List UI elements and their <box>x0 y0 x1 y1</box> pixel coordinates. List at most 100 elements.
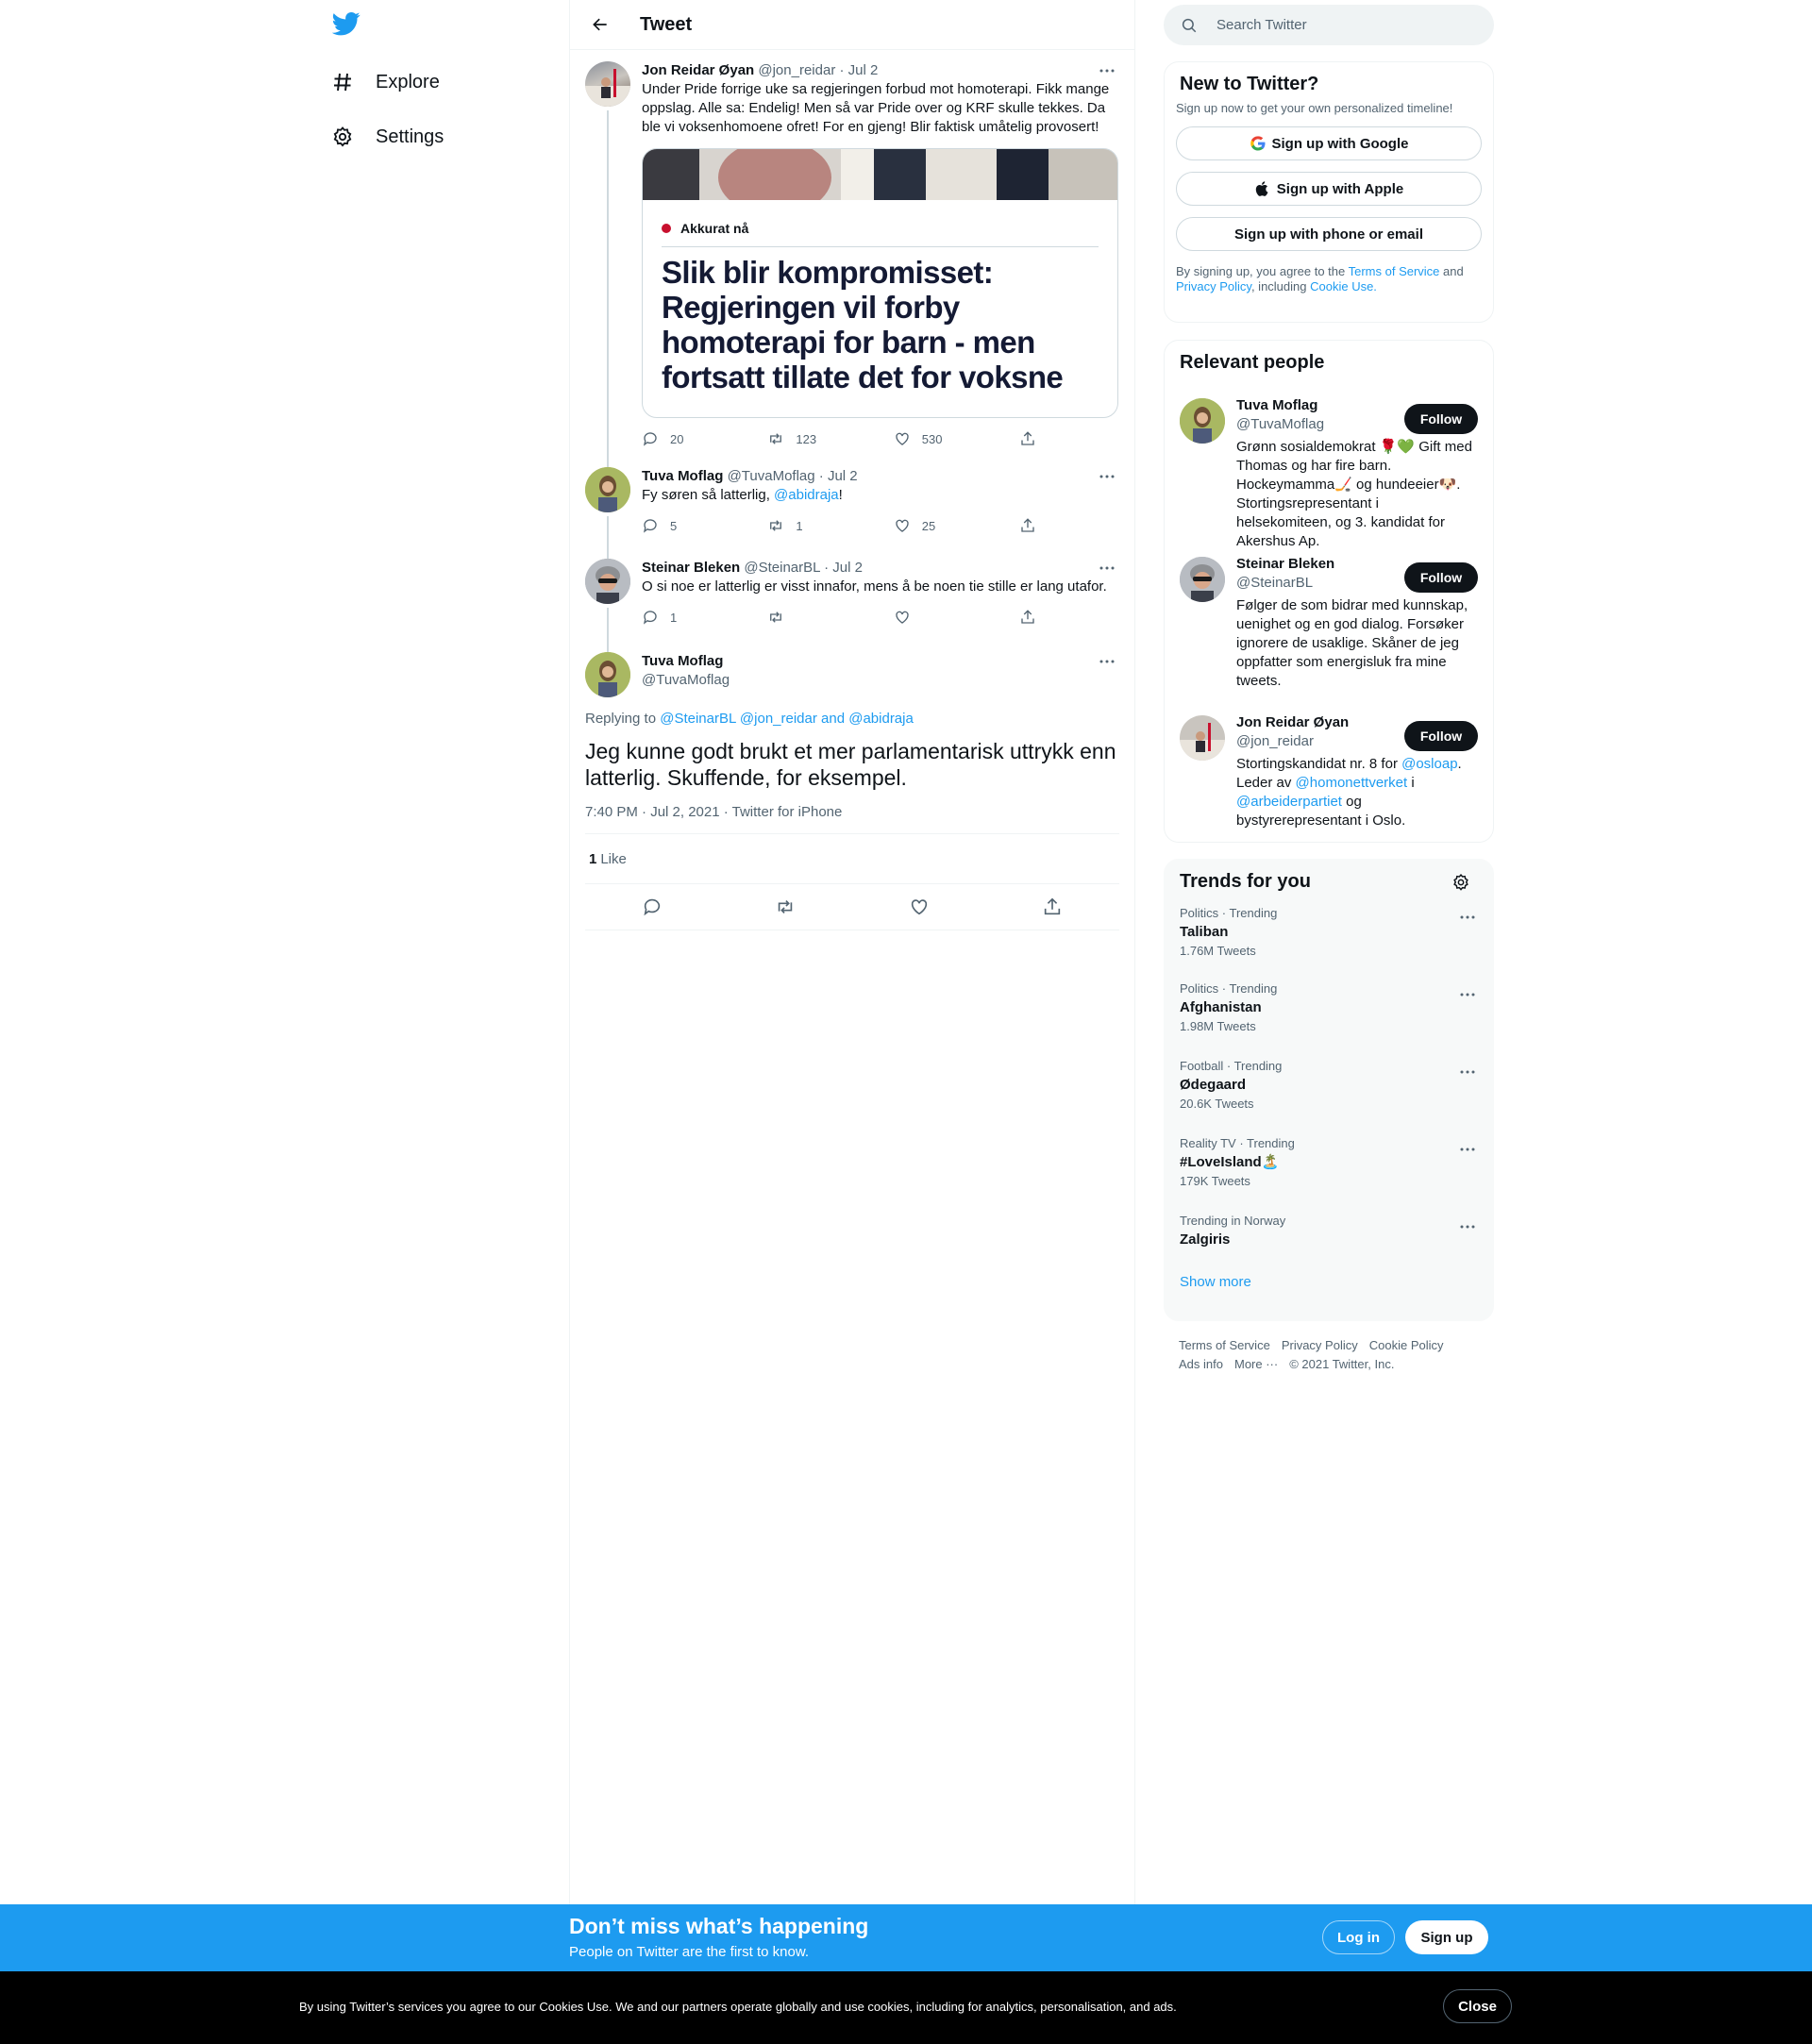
share-button[interactable] <box>1019 430 1057 447</box>
tweet-text: Under Pride forrige uke sa regjeringen f… <box>642 81 1110 135</box>
retweet-button[interactable] <box>767 609 893 626</box>
avatar[interactable] <box>585 652 630 697</box>
trend-name: Taliban <box>1180 924 1229 940</box>
avatar[interactable] <box>1180 398 1225 444</box>
share-button[interactable] <box>1019 609 1057 626</box>
footer-links: Terms of Service Privacy Policy Cookie Pol… <box>1179 1336 1481 1374</box>
share-button[interactable] <box>1019 517 1057 534</box>
mention-link[interactable]: @homonettverket <box>1296 775 1408 791</box>
signup-button[interactable]: Sign up <box>1405 1920 1488 1954</box>
reply-button[interactable]: 1 <box>642 609 767 626</box>
retweet-icon <box>770 612 782 623</box>
trend-meta: Football · Trending <box>1180 1059 1283 1073</box>
tweet-date[interactable]: · Jul 2 <box>819 468 858 484</box>
person-card[interactable]: Follow Jon Reidar Øyan @jon_reidar Stort… <box>1165 702 1493 834</box>
footer-ads-link[interactable]: Ads info <box>1179 1357 1223 1371</box>
show-more-link[interactable]: Show more <box>1165 1274 1493 1290</box>
footer-more-link[interactable]: More ··· <box>1234 1357 1278 1371</box>
trend-count: 1.76M Tweets <box>1180 944 1256 958</box>
back-arrow-icon[interactable] <box>583 8 617 42</box>
author-handle[interactable]: @TuvaMoflag <box>728 468 815 484</box>
author-handle[interactable]: @jon_reidar <box>758 62 835 78</box>
footer-cookie-link[interactable]: Cookie Policy <box>1369 1338 1444 1352</box>
thread-tweet-1[interactable]: Jon Reidar Øyan @jon_reidar · Jul 2 Unde… <box>570 50 1134 467</box>
signup-apple-button[interactable]: Sign up with Apple <box>1176 172 1482 206</box>
footer-terms-link[interactable]: Terms of Service <box>1179 1338 1270 1352</box>
search-input[interactable] <box>1216 17 1462 33</box>
login-button[interactable]: Log in <box>1322 1920 1395 1954</box>
retweet-button[interactable]: 123 <box>767 430 893 447</box>
footer-privacy-link[interactable]: Privacy Policy <box>1282 1338 1358 1352</box>
nav-explore[interactable]: Explore <box>330 59 440 106</box>
follow-button[interactable]: Follow <box>1404 721 1478 751</box>
trend-item[interactable]: Trending in Norway Zalgiris <box>1165 1214 1493 1274</box>
tweet-date[interactable]: · Jul 2 <box>839 62 878 78</box>
heart-icon[interactable] <box>908 896 931 918</box>
more-icon[interactable] <box>1095 652 1119 671</box>
nav-settings[interactable]: Settings <box>330 113 444 160</box>
cookie-close-button[interactable]: Close <box>1443 1989 1512 2023</box>
avatar[interactable] <box>585 61 630 107</box>
like-button[interactable] <box>894 609 1019 626</box>
person-card[interactable]: Follow Tuva Moflag @TuvaMoflag Grønn sos… <box>1165 385 1493 549</box>
signup-google-button[interactable]: Sign up with Google <box>1176 126 1482 160</box>
twitter-logo-icon[interactable] <box>331 9 361 38</box>
tweet-date[interactable]: · Jul 2 <box>824 560 863 576</box>
author-name[interactable]: Tuva Moflag <box>642 653 723 669</box>
more-icon[interactable] <box>1455 985 1480 1004</box>
more-icon[interactable] <box>1095 61 1119 80</box>
terms-link[interactable]: Terms of Service <box>1349 264 1440 278</box>
cookie-link[interactable]: Cookie Use. <box>1310 279 1377 293</box>
thread-tweet-2[interactable]: Tuva Moflag @TuvaMoflag · Jul 2 Fy søren… <box>570 456 1134 559</box>
signup-phone-button[interactable]: Sign up with phone or email <box>1176 217 1482 251</box>
likes-summary[interactable]: 1 Like <box>585 834 1119 883</box>
more-icon[interactable] <box>1455 908 1480 927</box>
search-bar[interactable] <box>1164 5 1494 45</box>
avatar[interactable] <box>585 559 630 604</box>
trend-item[interactable]: Politics · Trending Afghanistan 1.98M Tw… <box>1165 981 1493 1059</box>
share-icon[interactable] <box>1041 896 1064 918</box>
trend-item[interactable]: Politics · Trending Taliban 1.76M Tweets <box>1165 904 1493 981</box>
footer-copyright: © 2021 Twitter, Inc. <box>1289 1357 1395 1371</box>
avatar[interactable] <box>585 467 630 512</box>
author-name[interactable]: Jon Reidar Øyan <box>642 62 754 78</box>
more-icon[interactable] <box>1095 467 1119 486</box>
avatar[interactable] <box>1180 557 1225 602</box>
more-icon[interactable] <box>1095 559 1119 578</box>
thread-tweet-3[interactable]: Steinar Bleken @SteinarBL · Jul 2 O si n… <box>570 547 1134 652</box>
follow-button[interactable]: Follow <box>1404 562 1478 593</box>
trend-item[interactable]: Football · Trending Ødegaard 20.6K Tweet… <box>1165 1059 1493 1136</box>
reply-icon[interactable] <box>641 896 663 918</box>
mention-link[interactable]: @abidraja <box>774 487 839 503</box>
more-icon[interactable] <box>1455 1217 1480 1236</box>
box-title: New to Twitter? <box>1180 74 1319 94</box>
retweet-button[interactable]: 1 <box>767 517 893 534</box>
tweet-meta[interactable]: 7:40 PM · Jul 2, 2021 · Twitter for iPho… <box>585 804 1119 820</box>
person-bio: Grønn sosialdemokrat 🌹💚 Gift med Thomas … <box>1236 439 1472 549</box>
author-handle[interactable]: @SteinarBL <box>744 560 820 576</box>
privacy-link[interactable]: Privacy Policy <box>1176 279 1251 293</box>
reply-button[interactable]: 5 <box>642 517 767 534</box>
like-button[interactable]: 530 <box>894 430 1019 447</box>
reply-button[interactable]: 20 <box>642 430 767 447</box>
avatar[interactable] <box>1180 715 1225 761</box>
focused-tweet: Tuva Moflag @TuvaMoflag Replying to @Ste… <box>570 641 1134 930</box>
author-name[interactable]: Tuva Moflag <box>642 468 723 484</box>
show-more-label[interactable]: Show more <box>1180 1274 1251 1290</box>
retweet-icon[interactable] <box>774 896 797 918</box>
trend-count: 179K Tweets <box>1180 1174 1250 1188</box>
more-icon[interactable] <box>1455 1140 1480 1159</box>
like-button[interactable]: 25 <box>894 517 1019 534</box>
person-card[interactable]: Follow Steinar Bleken @SteinarBL Følger … <box>1165 544 1493 702</box>
mention-link[interactable]: @arbeiderpartiet <box>1236 794 1342 810</box>
gear-icon[interactable] <box>1451 873 1470 896</box>
author-name[interactable]: Steinar Bleken <box>642 560 740 576</box>
author-handle[interactable]: @TuvaMoflag <box>642 671 1119 690</box>
mention-link[interactable]: @osloap <box>1401 756 1457 772</box>
replying-to-links[interactable]: @SteinarBL @jon_reidar and @abidraja <box>660 711 914 727</box>
trend-item[interactable]: Reality TV · Trending #LoveIsland🏝️ 179K… <box>1165 1136 1493 1214</box>
link-card[interactable]: Akkurat nå Slik blir kompromisset: Regje… <box>642 148 1118 418</box>
follow-button[interactable]: Follow <box>1404 404 1478 434</box>
tweet-text-part: Fy søren så latterlig, <box>642 487 775 503</box>
more-icon[interactable] <box>1455 1063 1480 1081</box>
